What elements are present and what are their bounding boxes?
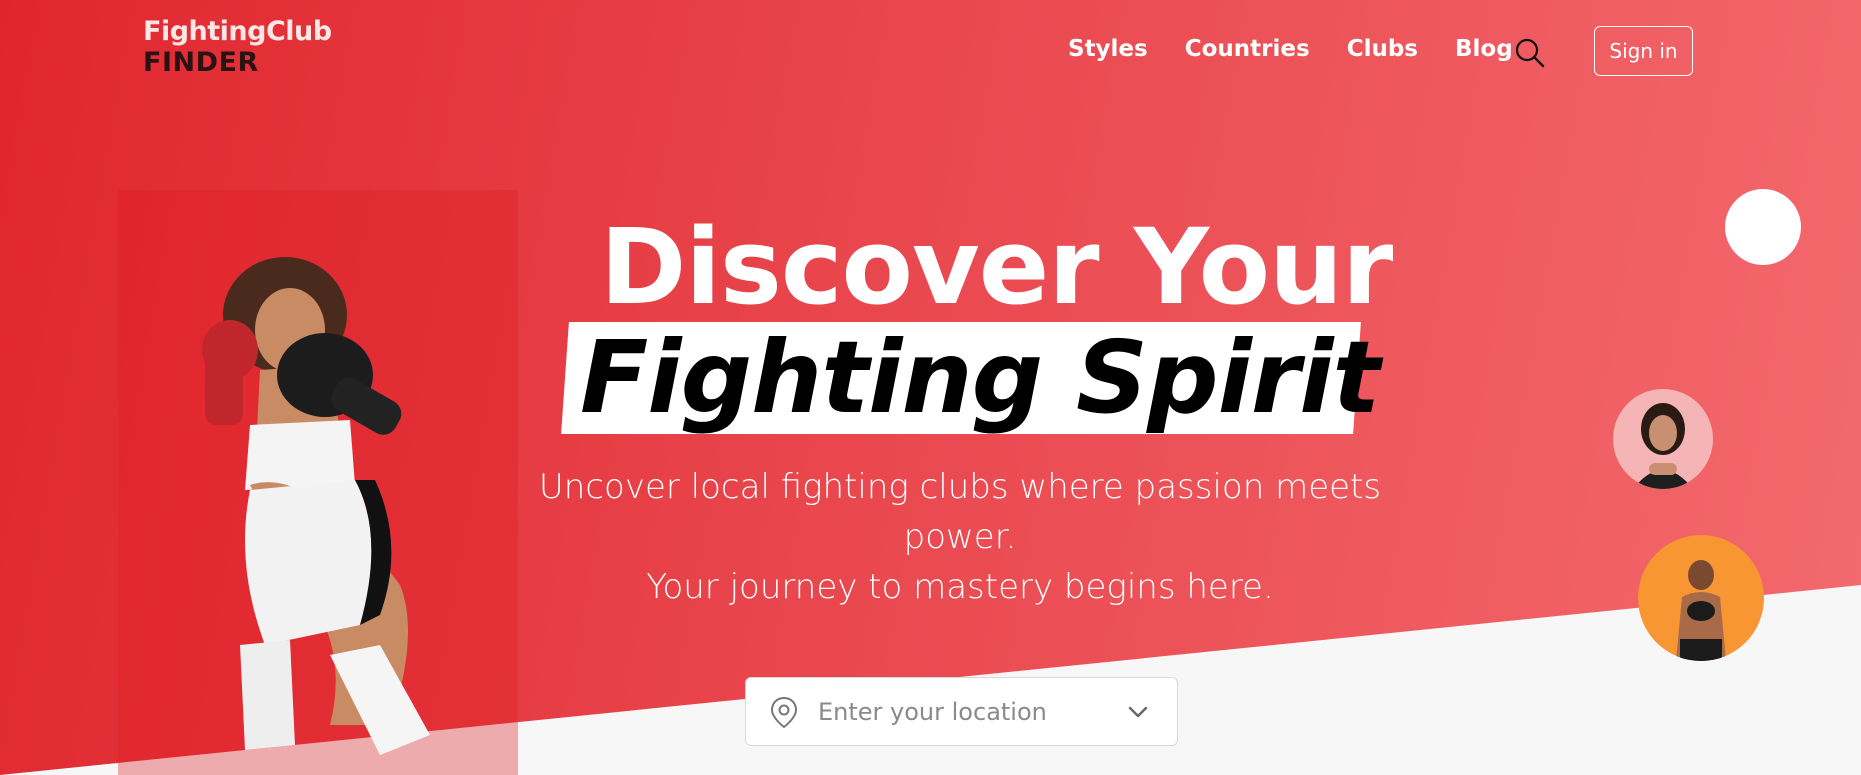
brand-line1: FightingClub <box>143 16 332 47</box>
hero-subtitle: Uncover local fighting clubs where passi… <box>500 462 1420 612</box>
nav-item-countries[interactable]: Countries <box>1185 36 1310 62</box>
hero-subtitle-line2: Your journey to mastery begins here. <box>646 567 1274 607</box>
location-search[interactable] <box>745 677 1178 746</box>
avatar <box>1613 389 1713 489</box>
avatar <box>1638 535 1764 661</box>
search-icon[interactable] <box>1513 36 1547 70</box>
sign-in-button[interactable]: Sign in <box>1594 26 1693 76</box>
decorative-circle <box>1725 189 1801 265</box>
boxer-image <box>202 257 430 755</box>
hero-subtitle-line1: Uncover local fighting clubs where passi… <box>538 467 1382 557</box>
brand-logo[interactable]: FightingClub FINDER <box>143 18 332 76</box>
brand-line2: FINDER <box>143 47 259 78</box>
main-nav: Styles Countries Clubs Blog <box>1068 36 1550 62</box>
nav-item-styles[interactable]: Styles <box>1068 36 1148 62</box>
hero-title-line2: Fighting Spirit <box>580 319 1380 436</box>
location-pin-icon <box>770 696 798 728</box>
hero-title-line1: Discover Your <box>600 206 1393 328</box>
chevron-down-icon[interactable] <box>1125 699 1151 725</box>
nav-item-blog[interactable]: Blog <box>1455 36 1513 62</box>
nav-item-clubs[interactable]: Clubs <box>1347 36 1418 62</box>
location-input[interactable] <box>818 697 1098 726</box>
